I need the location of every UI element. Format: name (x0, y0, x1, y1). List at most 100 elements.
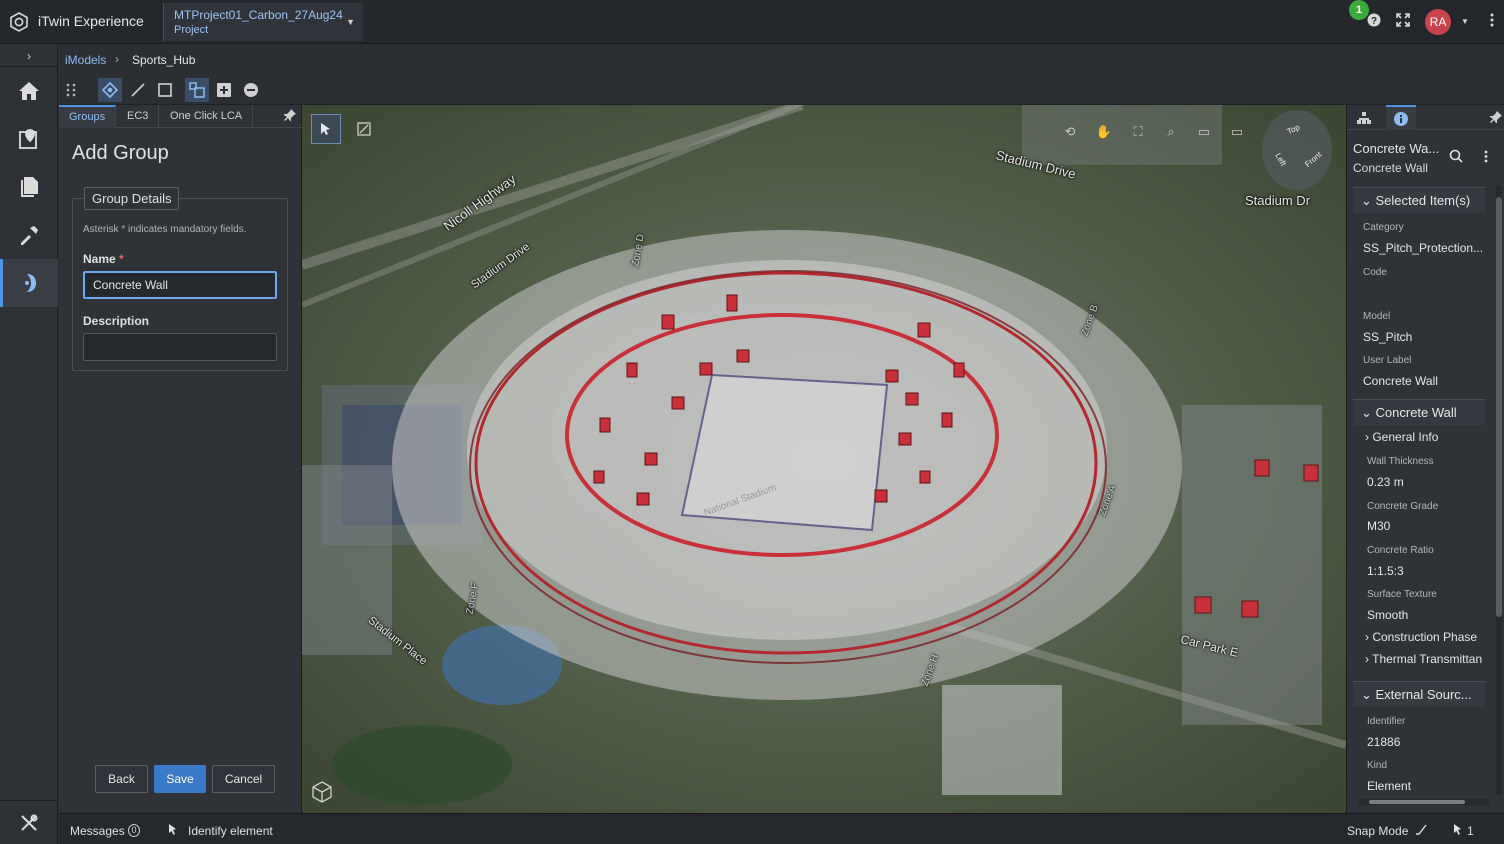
search-icon[interactable] (1449, 149, 1463, 166)
properties-panel: Concrete Wa... Concrete Wall ⌄ Selected … (1346, 105, 1504, 813)
tab-groups[interactable]: Groups (59, 105, 117, 128)
caret-down-icon: ▼ (346, 17, 355, 27)
toolbar-drag-handle-icon[interactable] (59, 78, 83, 102)
tree-hierarchy-icon[interactable] (1349, 105, 1379, 130)
settings-wrench-icon[interactable] (0, 800, 58, 844)
surface-texture-label: Surface Texture (1367, 589, 1437, 600)
more-options-icon[interactable] (1480, 10, 1504, 34)
app-title: iTwin Experience (38, 13, 144, 29)
add-to-selection-icon[interactable] (212, 78, 236, 102)
select-element-tool-icon[interactable] (98, 78, 122, 102)
info-icon[interactable] (1386, 105, 1416, 130)
snap-mode-button[interactable]: Snap Mode (1347, 824, 1408, 838)
user-label-value: Concrete Wall (1363, 374, 1438, 388)
left-navigation-rail: › (0, 45, 58, 844)
panel-tabs: Groups EC3 One Click LCA (59, 105, 302, 128)
project-type: Project (174, 24, 209, 36)
properties-tabs (1347, 105, 1504, 130)
breadcrumb: iModels › Sports_Hub (59, 45, 1504, 75)
pin-icon[interactable] (284, 109, 296, 124)
concrete-ratio-label: Concrete Ratio (1367, 545, 1434, 556)
properties-scroll-thumb[interactable] (1496, 197, 1502, 617)
construction-phase-expander[interactable]: › Construction Phase (1365, 630, 1477, 644)
fullscreen-icon[interactable] (1391, 10, 1415, 34)
breadcrumb-chevron-icon: › (115, 52, 119, 66)
selection-count: 1 (1467, 824, 1474, 838)
breadcrumb-imodels-link[interactable]: iModels (65, 53, 106, 67)
cancel-button[interactable]: Cancel (212, 765, 275, 793)
zoom-view-icon[interactable]: ⌕ (1160, 121, 1182, 143)
pan-view-icon[interactable]: ✋ (1093, 121, 1115, 143)
kind-label: Kind (1367, 760, 1388, 771)
group-details-fieldset: Group Details Asterisk * indicates manda… (72, 187, 288, 371)
breadcrumb-current: Sports_Hub (132, 53, 196, 67)
groups-panel: Groups EC3 One Click LCA Add Group Group… (59, 105, 302, 813)
viewport-measure-tool-icon[interactable] (349, 114, 379, 144)
description-label: Description (83, 314, 150, 328)
selected-element-subtitle: Concrete Wall (1353, 161, 1428, 175)
remove-from-selection-icon[interactable] (239, 78, 263, 102)
group-select-tool-icon[interactable] (185, 78, 209, 102)
user-menu-caret-icon[interactable]: ▼ (1453, 10, 1477, 34)
box-select-tool-icon[interactable] (153, 78, 177, 102)
back-button[interactable]: Back (95, 765, 148, 793)
identify-element-prompt: Identify element (188, 824, 273, 838)
concrete-ratio-value: 1:1.5:3 (1367, 564, 1404, 578)
line-tool-icon[interactable] (126, 78, 150, 102)
section-concrete-wall[interactable]: ⌄ Concrete Wall (1353, 399, 1485, 425)
home-icon[interactable] (0, 67, 58, 115)
tools-icon[interactable] (0, 211, 58, 259)
cursor-pointer-icon (168, 823, 178, 839)
expand-rail-chevron-icon[interactable]: › (0, 45, 58, 67)
help-icon[interactable]: ? (1362, 10, 1386, 34)
identifier-label: Identifier (1367, 716, 1406, 727)
viewport-select-tool-icon[interactable] (311, 114, 341, 144)
tab-ec3[interactable]: EC3 (117, 105, 160, 128)
status-bar: Messages 0 Identify element Snap Mode 1 (59, 813, 1504, 844)
surface-texture-value: Smooth (1367, 608, 1409, 622)
section-selected-items[interactable]: ⌄ Selected Item(s) (1353, 187, 1485, 213)
name-input[interactable] (83, 271, 277, 299)
carbon-calculation-icon[interactable] (0, 259, 58, 307)
window-area-icon[interactable]: ▭ (1193, 121, 1215, 143)
selected-element-title: Concrete Wa... (1353, 141, 1440, 156)
tab-one-click-lca[interactable]: One Click LCA (160, 105, 254, 128)
messages-count-badge: 0 (128, 824, 140, 837)
kind-value: Element (1367, 779, 1412, 793)
model-label: Model (1363, 311, 1391, 322)
concrete-grade-value: M30 (1367, 519, 1391, 533)
mandatory-fields-hint: Asterisk * indicates mandatory fields. (83, 224, 247, 235)
user-avatar[interactable]: RA (1425, 9, 1451, 35)
map-pin-icon[interactable] (0, 115, 58, 163)
identifier-value: 21886 (1367, 735, 1401, 749)
category-label: Category (1363, 222, 1404, 233)
properties-pin-icon[interactable] (1490, 111, 1502, 126)
3d-viewport[interactable]: ⟲ ✋ ⛶ ⌕ ▭ ▭ Stadium Drive Nicoll Highway… (302, 105, 1346, 813)
map-label-stadium-dr: Stadium Dr (1245, 193, 1311, 208)
fit-view-icon[interactable]: ⛶ (1127, 121, 1149, 143)
section-external-source[interactable]: ⌄ External Sourc... (1353, 681, 1485, 707)
main-toolbar (59, 75, 1504, 105)
rotate-view-icon[interactable]: ⟲ (1059, 121, 1081, 143)
properties-more-icon[interactable] (1484, 150, 1488, 166)
save-button[interactable]: Save (154, 765, 206, 793)
description-input[interactable] (83, 333, 277, 361)
messages-button[interactable]: Messages (70, 824, 125, 838)
toggle-camera-icon[interactable]: ▭ (1226, 121, 1248, 143)
concrete-grade-label: Concrete Grade (1367, 501, 1439, 512)
project-selector[interactable]: MTProject01_Carbon_27Aug24 Project ▼ (163, 3, 363, 41)
model-value: SS_Pitch (1363, 330, 1413, 344)
snap-mode-icon[interactable] (1415, 823, 1427, 838)
general-info-expander[interactable]: › General Info (1365, 430, 1438, 444)
app-header: iTwin Experience MTProject01_Carbon_27Au… (0, 0, 1504, 44)
code-label: Code (1363, 267, 1387, 278)
wall-thickness-label: Wall Thickness (1367, 456, 1434, 467)
cube-view-icon[interactable] (310, 780, 334, 807)
thermal-transmittance-expander[interactable]: › Thermal Transmittan (1365, 652, 1482, 666)
itwin-logo-icon (10, 12, 28, 32)
category-value: SS_Pitch_Protection... (1363, 241, 1484, 255)
documents-icon[interactable] (0, 163, 58, 211)
properties-horizontal-scroll-thumb[interactable] (1369, 800, 1465, 804)
svg-text:?: ? (1371, 16, 1377, 27)
group-details-legend: Group Details (84, 187, 180, 210)
